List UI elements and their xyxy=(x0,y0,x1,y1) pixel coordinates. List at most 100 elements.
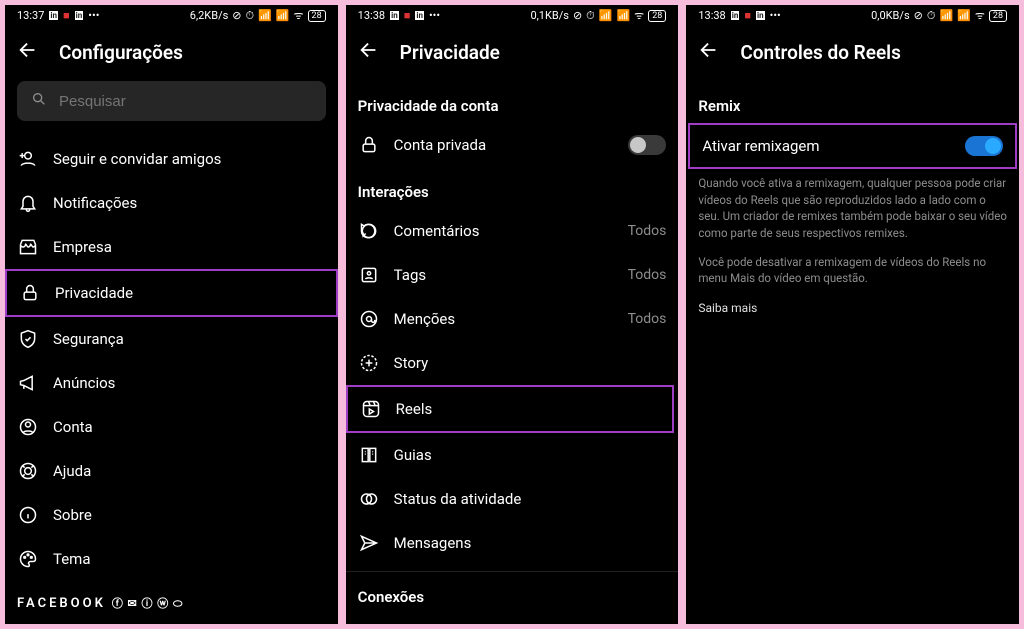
status-time: 13:38 xyxy=(698,9,725,22)
enable-remix-row[interactable]: Ativar remixagem xyxy=(688,123,1017,169)
alarm-off-icon: ⊘ xyxy=(232,9,241,22)
row-label: Mensagens xyxy=(394,534,667,552)
info-icon xyxy=(17,504,39,526)
lock-icon xyxy=(358,134,380,156)
settings-item-notifications[interactable]: Notificações xyxy=(5,181,338,225)
signal-icon: 📶 xyxy=(599,9,613,22)
megaphone-icon xyxy=(17,372,39,394)
section-interactions: Interações xyxy=(346,167,679,209)
page-title: Privacidade xyxy=(400,41,500,64)
remix-description-1: Quando você ativa a remixagem, qualquer … xyxy=(686,169,1019,248)
row-label: Reels xyxy=(396,400,661,418)
signal-icon: 📶 xyxy=(616,9,630,22)
row-label: Ativar remixagem xyxy=(702,137,951,155)
help-icon xyxy=(17,460,39,482)
activity-icon xyxy=(358,488,380,510)
data-speed: 0,1KB/s xyxy=(530,9,569,22)
header: Controles do Reels xyxy=(686,25,1019,81)
back-arrow-icon[interactable] xyxy=(17,39,39,65)
settings-item-business[interactable]: Empresa xyxy=(5,225,338,269)
privacy-item-tags[interactable]: Tags Todos xyxy=(346,253,679,297)
settings-item-privacy[interactable]: Privacidade xyxy=(5,269,338,317)
page-title: Configurações xyxy=(59,41,183,64)
clock-icon: ⏱ xyxy=(246,9,255,23)
alarm-off-icon: ⊘ xyxy=(914,9,923,22)
linkedin-icon: in xyxy=(756,11,765,20)
privacy-item-guides[interactable]: Guias xyxy=(346,433,679,477)
row-label: Anúncios xyxy=(53,374,326,392)
row-label: Tema xyxy=(53,550,326,568)
row-label: Menções xyxy=(394,310,614,328)
settings-item-help[interactable]: Ajuda xyxy=(5,449,338,493)
wifi-icon: ᯤ xyxy=(294,8,304,23)
learn-more-link[interactable]: Saiba mais xyxy=(686,293,1019,323)
linkedin-icon: in xyxy=(731,11,740,20)
row-label: Guias xyxy=(394,446,667,464)
settings-item-account[interactable]: Conta xyxy=(5,405,338,449)
row-label: Conta privada xyxy=(394,136,615,154)
status-time: 13:37 xyxy=(17,9,44,22)
settings-item-theme[interactable]: Tema xyxy=(5,537,338,581)
linkedin-icon: in xyxy=(49,11,58,20)
row-label: Comentários xyxy=(394,222,614,240)
lock-icon xyxy=(19,282,41,304)
accounts-center-link[interactable]: Central de Contas xyxy=(5,615,338,626)
header: Configurações xyxy=(5,25,338,81)
settings-item-ads[interactable]: Anúncios xyxy=(5,361,338,405)
facebook-brand: FACEBOOK ⓕ ✉ ⓘ ⓦ ⬭ xyxy=(5,581,338,615)
row-label: Notificações xyxy=(53,194,326,212)
alarm-off-icon: ⊘ xyxy=(573,9,582,22)
reels-icon xyxy=(360,398,382,420)
row-label: Segurança xyxy=(53,330,326,348)
privacy-item-mentions[interactable]: Menções Todos xyxy=(346,297,679,341)
privacy-item-story[interactable]: Story xyxy=(346,341,679,385)
page-title: Controles do Reels xyxy=(740,41,901,64)
data-speed: 6,2KB/s xyxy=(190,9,229,22)
palette-icon xyxy=(17,548,39,570)
header: Privacidade xyxy=(346,25,679,81)
settings-item-security[interactable]: Segurança xyxy=(5,317,338,361)
status-bar: 13:38 in ■ in ••• 0,1KB/s ⊘ ⏱ 📶 📶 ᯤ 28 xyxy=(346,5,679,25)
more-icon: ••• xyxy=(88,9,99,22)
privacy-item-reels[interactable]: Reels xyxy=(346,385,675,433)
data-speed: 0,0KB/s xyxy=(871,9,910,22)
row-label: Conta xyxy=(53,418,326,436)
user-circle-icon xyxy=(17,416,39,438)
more-icon: ••• xyxy=(429,9,440,22)
status-time: 13:38 xyxy=(358,9,385,22)
notif-icon: ■ xyxy=(63,9,70,22)
clock-icon: ⏱ xyxy=(927,9,936,23)
settings-item-about[interactable]: Sobre xyxy=(5,493,338,537)
enable-remix-toggle[interactable] xyxy=(965,136,1003,156)
notif-icon: ■ xyxy=(404,9,411,22)
settings-item-follow-invite[interactable]: Seguir e convidar amigos xyxy=(5,137,338,181)
privacy-item-messages[interactable]: Mensagens xyxy=(346,521,679,565)
section-remix: Remix xyxy=(686,81,1019,123)
add-user-icon xyxy=(17,148,39,170)
battery-indicator: 28 xyxy=(989,10,1007,22)
linkedin-icon: in xyxy=(390,11,399,20)
signal-icon: 📶 xyxy=(276,9,290,22)
row-value: Todos xyxy=(628,311,667,327)
private-account-toggle[interactable] xyxy=(628,135,666,155)
search-icon xyxy=(31,91,47,111)
screen-privacy: 13:38 in ■ in ••• 0,1KB/s ⊘ ⏱ 📶 📶 ᯤ 28 P… xyxy=(344,3,681,626)
search-bar[interactable] xyxy=(17,81,326,121)
row-label: Tags xyxy=(394,266,614,284)
back-arrow-icon[interactable] xyxy=(698,39,720,65)
row-label: Empresa xyxy=(53,238,326,256)
back-arrow-icon[interactable] xyxy=(358,39,380,65)
privacy-item-activity[interactable]: Status da atividade xyxy=(346,477,679,521)
search-input[interactable] xyxy=(59,93,312,110)
status-bar: 13:38 in ■ in ••• 0,0KB/s ⊘ ⏱ 📶 📶 ᯤ 28 xyxy=(686,5,1019,25)
signal-icon: 📶 xyxy=(957,9,971,22)
row-label: Sobre xyxy=(53,506,326,524)
section-account-privacy: Privacidade da conta xyxy=(346,81,679,123)
row-label: Ajuda xyxy=(53,462,326,480)
privacy-item-comments[interactable]: Comentários Todos xyxy=(346,209,679,253)
messages-icon xyxy=(358,532,380,554)
private-account-row[interactable]: Conta privada xyxy=(346,123,679,167)
row-label: Seguir e convidar amigos xyxy=(53,150,326,168)
signal-icon: 📶 xyxy=(258,9,272,22)
row-label: Story xyxy=(394,354,667,372)
